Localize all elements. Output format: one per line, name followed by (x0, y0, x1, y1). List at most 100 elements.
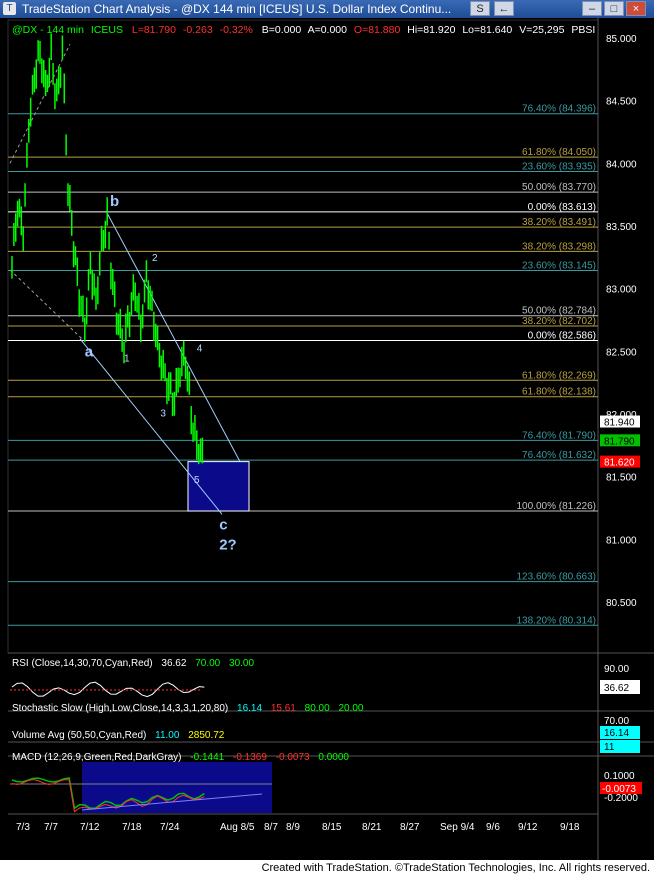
fib-level-label: 38.20% (83.298) (522, 241, 596, 252)
minimize-button[interactable]: – (582, 1, 602, 16)
header-exchange: ICEUS (91, 24, 123, 36)
wave-label: c (219, 516, 227, 533)
price-pane-border (7, 19, 599, 654)
price-chart-svg[interactable]: @DX - 144 min ICEUS L=81.790 -0.263 -0.3… (0, 18, 654, 860)
macd-axis-tick-bottom: -0.2000 (604, 793, 638, 804)
header-change: -0.263 (183, 24, 213, 36)
fib-level-label: 23.60% (83.145) (522, 260, 596, 271)
date-axis-tick: 8/27 (400, 822, 420, 833)
price-axis-tick: 81.500 (606, 473, 637, 484)
symbol-link-button[interactable]: S (470, 1, 490, 16)
price-axis-tick: 82.500 (606, 347, 637, 358)
date-axis-tick: 9/18 (560, 822, 580, 833)
rsi-overbought: 70.00 (195, 658, 220, 669)
volume-avg: 2850.72 (188, 730, 225, 741)
fib-level-label: 123.60% (80.663) (516, 572, 596, 583)
price-axis-tick: 81.000 (606, 535, 637, 546)
header-bid: B=0.000 (262, 24, 302, 36)
date-axis-tick: 9/12 (518, 822, 538, 833)
tradestation-app-icon: T (3, 2, 16, 15)
header-symbol: @DX - 144 min (12, 24, 84, 36)
rsi-label: RSI (Close,14,30,70,Cyan,Red) (12, 658, 153, 669)
target-zone-box (187, 461, 250, 512)
price-axis-tick: 84.000 (606, 159, 637, 170)
fib-level-label: 50.00% (83.770) (522, 182, 596, 193)
macd-value: -0.1441 (190, 752, 224, 763)
fib-level-label: 138.20% (80.314) (516, 615, 596, 626)
macd-hist: -0.0073 (276, 752, 310, 763)
price-tag-text: 81.790 (604, 436, 635, 447)
chart-area[interactable]: @DX - 144 min ICEUS L=81.790 -0.263 -0.3… (0, 18, 654, 860)
wave-label: 1 (124, 353, 130, 364)
wave-label: b (110, 193, 119, 210)
header-open: O=81.880 (354, 24, 401, 36)
wave-label: a (85, 343, 94, 360)
fib-level-label: 38.20% (83.491) (522, 217, 596, 228)
date-axis-tick: 8/9 (286, 822, 300, 833)
stoch-d: 15.61 (271, 703, 296, 714)
wave-label: 4 (197, 343, 203, 354)
header-low: Lo=81.640 (462, 24, 512, 36)
close-button[interactable]: × (626, 1, 646, 16)
fib-level-label: 76.40% (84.396) (522, 104, 596, 115)
macd-signal: -0.1369 (233, 752, 267, 763)
date-axis-tick: 7/18 (122, 822, 142, 833)
stoch-overbought: 80.00 (305, 703, 330, 714)
window-title: TradeStation Chart Analysis - @DX 144 mi… (22, 2, 452, 16)
footer-copyright: Created with TradeStation. ©TradeStation… (261, 862, 650, 874)
price-tag-text: 81.620 (604, 458, 635, 469)
macd-highlight-box (82, 762, 272, 813)
fib-level-label: 0.00% (83.613) (528, 202, 596, 213)
volume-label: Volume Avg (50,50,Cyan,Red) (12, 730, 146, 741)
rsi-axis-tick: 90.00 (604, 664, 629, 675)
header-info: @DX - 144 min ICEUS L=81.790 -0.263 -0.3… (12, 24, 595, 36)
stoch-axis-tick: 70.00 (604, 716, 629, 727)
fib-level-label: 61.80% (82.138) (522, 387, 596, 398)
wave-label: 2? (219, 536, 237, 553)
fib-level-label: 0.00% (82.586) (528, 331, 596, 342)
date-axis-tick: Sep 9/4 (440, 822, 475, 833)
fib-level-label: 38.20% (82.702) (522, 316, 596, 327)
wave-label: 2 (152, 253, 158, 264)
back-button[interactable]: ← (494, 1, 514, 16)
date-axis-tick: 7/3 (16, 822, 30, 833)
channel-lower-line (79, 338, 223, 515)
rsi-header: RSI (Close,14,30,70,Cyan,Red) 36.62 70.0… (12, 658, 254, 669)
price-axis-tick: 80.500 (606, 598, 637, 609)
volume-tag-text: 11 (604, 742, 615, 753)
price-axis-tick: 85.000 (606, 34, 637, 45)
fib-level-label: 76.40% (81.790) (522, 430, 596, 441)
date-axis-tick: 8/7 (264, 822, 278, 833)
fib-level-label: 61.80% (84.050) (522, 147, 596, 158)
header-change-pct: -0.32% (220, 24, 253, 36)
date-axis-tick: 7/7 (44, 822, 58, 833)
macd-axis-tick-top: 0.1000 (604, 771, 635, 782)
volume-header: Volume Avg (50,50,Cyan,Red) 11.00 2850.7… (12, 730, 225, 741)
volume-value: 11.00 (155, 730, 180, 741)
rsi-tag-text: 36.62 (604, 683, 629, 694)
header-pbsi: PBSI (571, 24, 595, 36)
fib-level-label: 100.00% (81.226) (516, 501, 596, 512)
header-high: Hi=81.920 (407, 24, 455, 36)
rsi-line (11, 681, 205, 698)
date-axis-tick: 7/24 (160, 822, 180, 833)
footer: Created with TradeStation. ©TradeStation… (0, 860, 654, 876)
stoch-oversold: 20.00 (338, 703, 363, 714)
macd-zero: 0.0000 (318, 752, 349, 763)
header-ask: A=0.000 (308, 24, 348, 36)
date-axis-tick: 8/21 (362, 822, 382, 833)
macd-header: MACD (12,26,9,Green,Red,DarkGray) -0.144… (12, 752, 349, 763)
date-axis-tick: 9/6 (486, 822, 500, 833)
date-axis-tick: 7/12 (80, 822, 100, 833)
date-axis-tick: Aug 8/5 (220, 822, 255, 833)
fib-level-label: 23.60% (83.935) (522, 161, 596, 172)
rsi-value: 36.62 (161, 658, 186, 669)
fib-level-label: 61.80% (82.269) (522, 370, 596, 381)
wave-a-trend-line (9, 269, 83, 340)
price-axis-tick: 83.500 (606, 222, 637, 233)
stoch-k: 16.14 (237, 703, 262, 714)
fib-level-label: 76.40% (81.632) (522, 450, 596, 461)
stoch-label: Stochastic Slow (High,Low,Close,14,3,3,1… (12, 703, 228, 714)
maximize-button[interactable]: □ (604, 1, 624, 16)
price-axis-tick: 83.000 (606, 285, 637, 296)
